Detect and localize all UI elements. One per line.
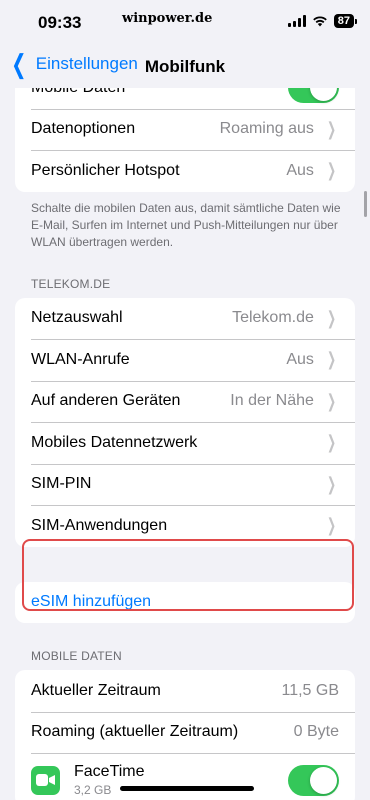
telekom-card: Netzauswahl Telekom.de ❯ WLAN-Anrufe Aus ❯… xyxy=(15,297,355,547)
mobile-data-usage-card: Aktueller Zeitraum 11,5 GB Roaming (aktu… xyxy=(15,670,355,800)
row-sim-pin[interactable]: SIM-PIN ❯ xyxy=(15,463,355,506)
row-label: SIM-Anwendungen xyxy=(31,516,168,534)
mobile-data-footer: Schalte die mobilen Daten aus, damit säm… xyxy=(31,200,341,249)
chevron-right-icon: ❯ xyxy=(326,473,336,494)
row-mobile-data-network[interactable]: Mobiles Datennetzwerk ❯ xyxy=(15,422,355,464)
row-network-selection[interactable]: Netzauswahl Telekom.de ❯ xyxy=(15,298,355,340)
row-current-period: Aktueller Zeitraum 11,5 GB xyxy=(15,670,355,712)
app-name: FaceTime xyxy=(74,763,145,780)
row-label: Roaming (aktueller Zeitraum) xyxy=(31,723,239,741)
status-time: 09:33 xyxy=(38,13,82,32)
row-value: 0 Byte xyxy=(293,723,339,741)
row-other-devices[interactable]: Auf anderen Geräten In der Nähe ❯ xyxy=(15,380,355,423)
home-indicator xyxy=(120,786,254,791)
chevron-right-icon: ❯ xyxy=(326,432,336,453)
row-personal-hotspot[interactable]: Persönlicher Hotspot Aus ❯ xyxy=(15,150,355,192)
row-label: Persönlicher Hotspot xyxy=(31,161,180,179)
chevron-right-icon: ❯ xyxy=(326,390,336,411)
wifi-icon xyxy=(312,16,327,27)
cellular-signal-icon xyxy=(287,15,306,27)
row-label: Aktueller Zeitraum xyxy=(31,681,161,699)
row-value: Telekom.de xyxy=(232,309,314,327)
chevron-right-icon: ❯ xyxy=(326,160,336,181)
row-label: SIM-PIN xyxy=(31,475,92,493)
add-esim-button[interactable]: eSIM hinzufügen xyxy=(15,582,355,624)
row-sim-applications[interactable]: SIM-Anwendungen ❯ xyxy=(15,505,355,547)
row-label: Datenoptionen xyxy=(31,120,136,138)
facetime-icon xyxy=(31,765,60,795)
navigation-bar: ❮ Einstellungen Mobilfunk xyxy=(0,44,370,88)
page-title: Mobilfunk xyxy=(144,57,226,76)
status-icons: 87 xyxy=(287,14,358,28)
row-label: Auf anderen Geräten xyxy=(31,392,181,410)
row-label: Netzauswahl xyxy=(31,309,123,327)
esim-card: eSIM hinzufügen xyxy=(15,581,355,624)
facetime-toggle[interactable] xyxy=(288,764,339,796)
row-value: Aus xyxy=(286,161,314,179)
status-bar: 09:33 winpower.de 87 xyxy=(0,0,370,44)
row-data-options[interactable]: Datenoptionen Roaming aus ❯ xyxy=(15,108,355,151)
row-value: In der Nähe xyxy=(230,392,314,410)
row-app-facetime: FaceTime 3,2 GB xyxy=(15,753,355,800)
scrollbar[interactable] xyxy=(364,191,367,217)
row-label: Mobiles Datennetzwerk xyxy=(31,433,198,451)
chevron-right-icon: ❯ xyxy=(326,349,336,370)
settings-content: Mobile Daten Datenoptionen Roaming aus❯ … xyxy=(0,67,370,800)
section-header-mobile-data: MOBILE DATEN xyxy=(31,649,122,663)
row-label: WLAN-Anrufe xyxy=(31,350,130,368)
row-value: Aus xyxy=(286,350,314,368)
chevron-right-icon: ❯ xyxy=(326,515,336,536)
battery-icon: 87 xyxy=(333,14,358,28)
row-value: 11,5 GB xyxy=(281,681,339,699)
chevron-right-icon: ❯ xyxy=(326,307,336,328)
row-wifi-calling[interactable]: WLAN-Anrufe Aus ❯ xyxy=(15,339,355,381)
section-header-telekom: TELEKOM.DE xyxy=(31,276,111,291)
row-roaming-current-period: Roaming (aktueller Zeitraum) 0 Byte xyxy=(15,711,355,754)
chevron-right-icon: ❯ xyxy=(326,118,336,139)
watermark-text: winpower.de xyxy=(122,11,213,26)
row-value: Roaming aus xyxy=(219,120,314,138)
